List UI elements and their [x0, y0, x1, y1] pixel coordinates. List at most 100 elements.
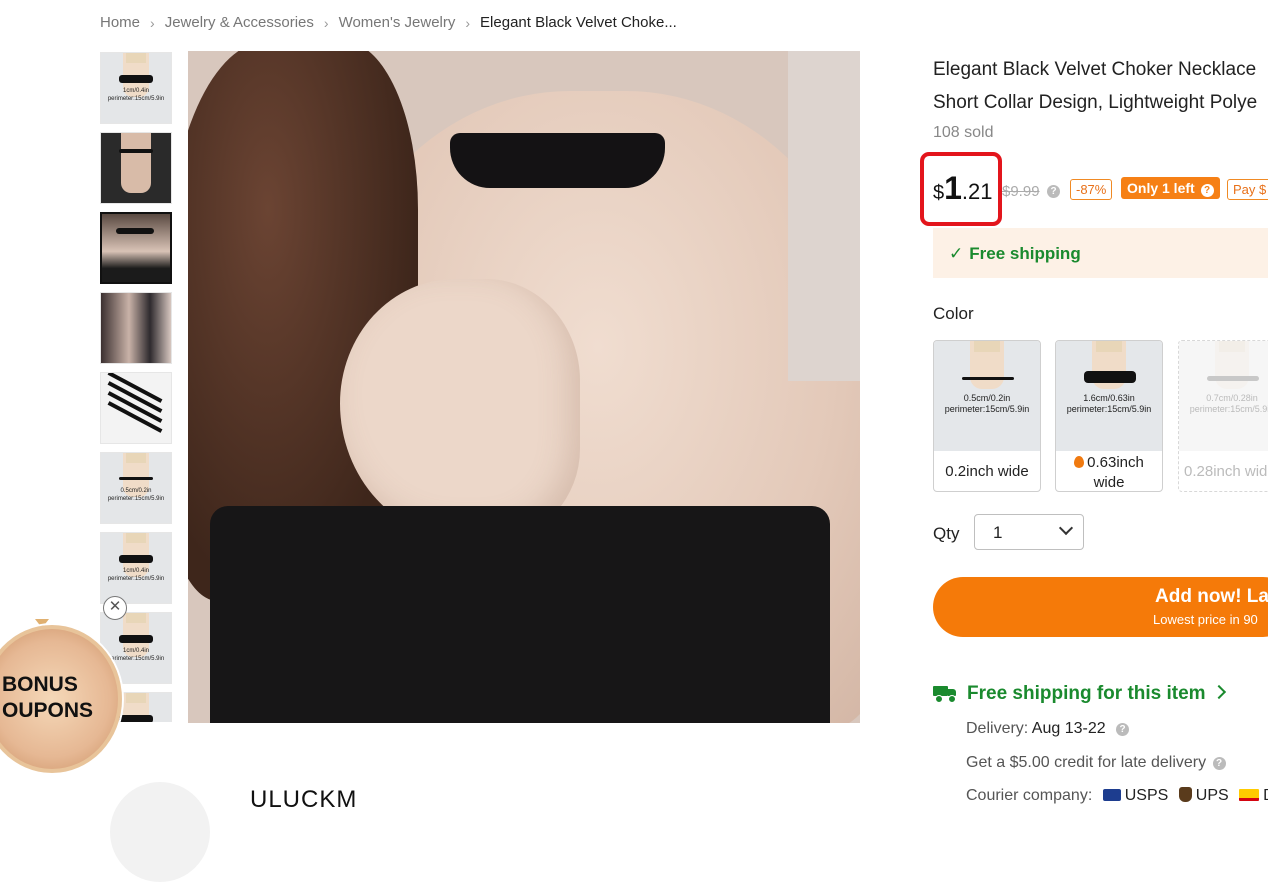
product-title-line-1: Elegant Black Velvet Choker Necklace [933, 59, 1257, 80]
thumbnail-3[interactable] [100, 212, 172, 284]
swatch-caption: 0.5cm/0.2in perimeter:15cm/5.9in [944, 393, 1030, 414]
swatch-caption: 0.7cm/0.28in perimeter:15cm/5.9in [1189, 393, 1268, 414]
price-currency: $ [933, 182, 945, 204]
thumbnail-strip: 1cm/0.4in perimeter:15cm/5.9in 0.5cm/0.2… [100, 52, 172, 722]
thumbnail-caption: 1cm/0.4in perimeter:15cm/5.9in [107, 88, 165, 102]
main-product-image[interactable] [188, 51, 860, 723]
stock-badge-label: Only 1 left [1127, 180, 1195, 196]
swatch-label: 0.63inch wide [1056, 453, 1162, 491]
hot-drop-icon [1074, 456, 1085, 468]
delivery-date: Aug 13-22 [1031, 720, 1106, 737]
help-icon[interactable]: ? [1212, 757, 1226, 770]
thumbnail-5[interactable] [100, 372, 172, 444]
thumbnail-4[interactable] [100, 292, 172, 364]
mannequin-cap [126, 533, 146, 543]
choker-band [119, 75, 153, 83]
store-name[interactable]: ULUCKM [250, 786, 357, 814]
free-shipping-link-label: Free shipping for this item [967, 683, 1206, 704]
usps-icon [1102, 789, 1121, 801]
original-price: $9.99 [1002, 183, 1040, 200]
model-top [210, 506, 830, 723]
mannequin-cap [126, 53, 146, 63]
choker-band [1207, 376, 1259, 381]
current-price: $1.21 [933, 170, 993, 207]
stock-badge[interactable]: Only 1 left ? [1121, 177, 1220, 199]
model-neck [121, 133, 151, 193]
help-icon[interactable]: ? [1047, 185, 1060, 198]
add-now-sublabel: Lowest price in 90 [1153, 612, 1258, 627]
mannequin-cap [126, 453, 146, 463]
truck-icon [933, 684, 957, 703]
breadcrumb-jewelry-accessories[interactable]: Jewelry & Accessories [165, 14, 314, 31]
late-delivery-credit-row: Get a $5.00 credit for late delivery ? [966, 754, 1226, 772]
free-shipping-text-wrap: ✓ Free shipping [949, 244, 1081, 264]
bonus-line-1: BONUS [2, 673, 78, 696]
thumbnail-caption: 1cm/0.4in perimeter:15cm/5.9in [107, 648, 165, 662]
breadcrumb-separator: › [323, 14, 329, 31]
choker-band [119, 555, 153, 563]
thumbnail-caption: 1cm/0.4in perimeter:15cm/5.9in [107, 568, 165, 582]
background-wall [788, 51, 860, 381]
help-icon: ? [1200, 184, 1214, 197]
breadcrumb: Home › Jewelry & Accessories › Women's J… [100, 14, 677, 31]
help-icon[interactable]: ? [1116, 723, 1130, 736]
courier-row: Courier company: USPS UPS D [966, 787, 1268, 805]
product-title-line-2: Short Collar Design, Lightweight Polye [933, 92, 1258, 113]
late-delivery-credit: Get a $5.00 credit for late delivery [966, 754, 1207, 771]
swatch-image: 0.7cm/0.28in perimeter:15cm/5.9in [1179, 341, 1268, 451]
swatch-image: 0.5cm/0.2in perimeter:15cm/5.9in [934, 341, 1040, 451]
discount-badge: -87% [1070, 179, 1113, 200]
chevron-right-icon [1211, 684, 1226, 700]
color-label: Color [933, 304, 974, 323]
ups-icon [1178, 787, 1192, 802]
choker-band [119, 635, 153, 643]
sold-count: 108 sold [933, 124, 994, 141]
price-integer: 1 [944, 170, 962, 206]
choker-band [116, 228, 154, 234]
price-cents: .21 [961, 179, 993, 204]
delivery-label: Delivery: [966, 720, 1029, 737]
swatch-caption: 1.6cm/0.63in perimeter:15cm/5.9in [1066, 393, 1152, 414]
qty-label: Qty [933, 524, 960, 543]
free-shipping-text: Free shipping [969, 244, 1081, 263]
courier-usps: USPS [1102, 787, 1168, 805]
swatch-label: 0.2inch wide [945, 463, 1029, 480]
mannequin-cap [126, 613, 146, 623]
free-shipping-banner: ✓ Free shipping [933, 228, 1268, 278]
choker-band [119, 477, 153, 480]
thumbnail-2[interactable] [100, 132, 172, 204]
choker-band [962, 377, 1014, 380]
delivery-row: Delivery: Aug 13-22 ? [966, 720, 1130, 738]
pay-badge: Pay $ [1227, 179, 1268, 200]
breadcrumb-home[interactable]: Home [100, 14, 140, 31]
mannequin-cap [1096, 341, 1122, 352]
swatch-label: 0.28inch wid [1184, 463, 1268, 480]
thumbnail-6[interactable]: 0.5cm/0.2in perimeter:15cm/5.9in [100, 452, 172, 524]
thumbnail-1[interactable]: 1cm/0.4in perimeter:15cm/5.9in [100, 52, 172, 124]
bonus-close-icon[interactable]: ✕ [103, 596, 127, 620]
color-option-0-63inch[interactable]: 1.6cm/0.63in perimeter:15cm/5.9in 0.63in… [1055, 340, 1163, 492]
choker-necklace [450, 133, 665, 188]
add-now-button[interactable]: Add now! La Lowest price in 90 [933, 577, 1268, 637]
courier-ups: UPS [1178, 787, 1229, 805]
product-title: Elegant Black Velvet Choker Necklace Sho… [933, 53, 1268, 119]
breadcrumb-current: Elegant Black Velvet Choke... [480, 14, 677, 31]
thumbnail-7[interactable]: 1cm/0.4in perimeter:15cm/5.9in [100, 532, 172, 604]
free-shipping-link[interactable]: Free shipping for this item [933, 683, 1226, 705]
choker-band [119, 149, 153, 153]
courier-label: Courier company: [966, 787, 1093, 804]
thumbnail-caption: 0.5cm/0.2in perimeter:15cm/5.9in [107, 488, 165, 502]
breadcrumb-separator: › [465, 14, 471, 31]
quantity-select[interactable]: 1 [974, 514, 1084, 550]
breadcrumb-womens-jewelry[interactable]: Women's Jewelry [339, 14, 456, 31]
store-avatar[interactable] [110, 782, 210, 882]
color-option-0-2inch[interactable]: 0.5cm/0.2in perimeter:15cm/5.9in 0.2inch… [933, 340, 1041, 492]
swatch-image: 1.6cm/0.63in perimeter:15cm/5.9in [1056, 341, 1162, 451]
mannequin-cap [1219, 341, 1245, 352]
add-now-label: Add now! La [1155, 586, 1268, 607]
check-icon: ✓ [949, 244, 964, 263]
dhl-icon [1239, 789, 1260, 801]
color-option-0-28inch[interactable]: 0.7cm/0.28in perimeter:15cm/5.9in 0.28in… [1178, 340, 1268, 492]
choker-band [1084, 371, 1136, 383]
breadcrumb-separator: › [150, 14, 155, 31]
